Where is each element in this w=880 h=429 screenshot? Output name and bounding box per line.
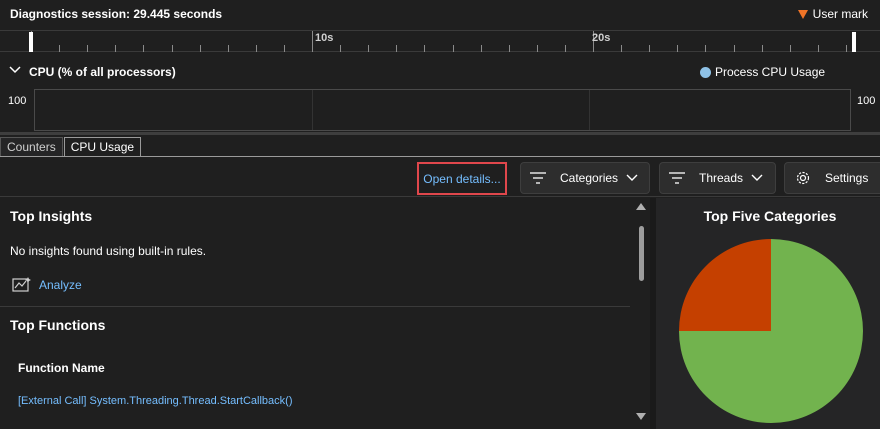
cpu-legend: Process CPU Usage (700, 65, 825, 79)
vertical-scrollbar[interactable] (632, 198, 650, 429)
top-functions-title: Top Functions (10, 317, 106, 333)
plot-gridline (312, 90, 313, 130)
function-name-header[interactable]: Function Name (18, 361, 105, 375)
threads-label: Threads (699, 171, 744, 185)
settings-label: Settings (825, 171, 869, 185)
pane-splitter[interactable] (0, 132, 880, 135)
categories-dropdown[interactable]: Categories (520, 162, 650, 194)
cpu-graph-title: CPU (% of all processors) (29, 65, 176, 79)
summary-pane: Top Insights No insights found using bui… (0, 198, 650, 429)
time-ruler[interactable]: 10s 20s (0, 30, 880, 52)
insights-message: No insights found using built-in rules. (10, 244, 207, 258)
legend-dot-icon (700, 66, 711, 78)
pie-chart-title: Top Five Categories (703, 208, 837, 224)
cpu-graph-header: CPU (% of all processors) Process CPU Us… (0, 58, 880, 84)
session-title: Diagnostics session: 29.445 seconds (10, 7, 223, 21)
pie-slice-1[interactable] (679, 239, 771, 331)
open-details-link[interactable]: Open details... (417, 162, 507, 195)
scroll-down-arrow-icon[interactable] (636, 413, 646, 420)
tab-counters[interactable]: Counters (0, 137, 63, 156)
axis-max-right: 100 (857, 95, 876, 107)
settings-dropdown[interactable]: Settings (784, 162, 880, 194)
tool-tabs: Counters CPU Usage (0, 137, 142, 157)
threads-dropdown[interactable]: Threads (659, 162, 776, 194)
scroll-thumb[interactable] (639, 226, 644, 281)
analyze-label: Analyze (39, 278, 82, 292)
top-categories-pie-chart[interactable] (678, 238, 864, 424)
user-mark-label: User mark (812, 7, 868, 21)
legend-label: Process CPU Usage (715, 65, 826, 79)
categories-panel: Top Five Categories (656, 198, 880, 429)
user-mark-legend: User mark (797, 7, 868, 21)
categories-label: Categories (560, 171, 619, 185)
plot-gridline (589, 90, 590, 130)
top-insights-title: Top Insights (10, 208, 93, 224)
filter-icon (530, 172, 546, 184)
cpu-graph: 100 100 (0, 88, 880, 132)
chevron-down-icon (751, 174, 763, 181)
gear-icon (796, 171, 810, 185)
analyze-icon (12, 277, 31, 292)
cpu-plot-area[interactable] (34, 89, 851, 131)
collapse-chevron-icon[interactable] (9, 65, 21, 75)
range-start-handle[interactable] (29, 32, 33, 52)
analyze-link[interactable]: Analyze (12, 276, 82, 294)
axis-max-left: 100 (8, 95, 27, 107)
ruler-label-20s: 20s (592, 32, 611, 44)
cpu-toolbar: Open details... Categories Threads Setti… (0, 157, 880, 197)
function-row-link[interactable]: [External Call] System.Threading.Thread.… (18, 395, 293, 407)
user-mark-icon (797, 9, 808, 19)
session-header: Diagnostics session: 29.445 seconds User… (0, 0, 880, 30)
scroll-up-arrow-icon[interactable] (636, 203, 646, 210)
tab-cpu-usage[interactable]: CPU Usage (63, 137, 142, 156)
section-divider (0, 306, 630, 307)
ruler-ticks (31, 31, 847, 52)
filter-icon (669, 172, 685, 184)
ruler-label-10s: 10s (315, 32, 334, 44)
range-end-handle[interactable] (852, 32, 856, 52)
chevron-down-icon (626, 174, 638, 181)
